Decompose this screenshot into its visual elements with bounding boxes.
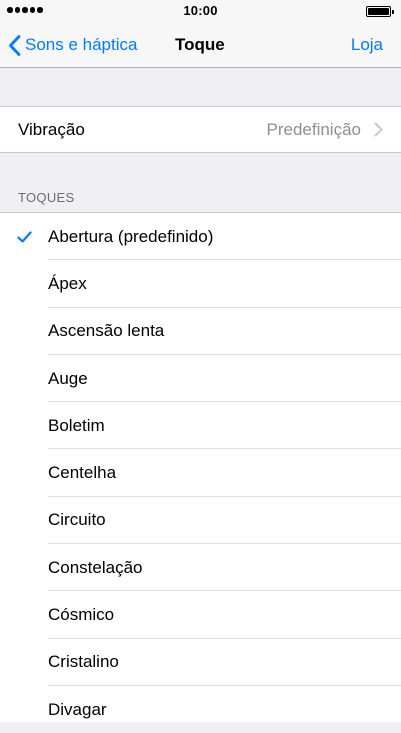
tone-label: Auge	[48, 368, 88, 388]
tone-row[interactable]: Boletim	[0, 402, 401, 449]
tone-row[interactable]: Ascensão lenta	[0, 308, 401, 355]
tone-label: Cósmico	[48, 605, 115, 625]
tone-label: Circuito	[48, 510, 106, 530]
tone-row[interactable]: Circuito	[0, 497, 401, 544]
tone-label: Boletim	[48, 415, 105, 435]
chevron-right-icon	[374, 122, 383, 137]
status-time: 10:00	[183, 3, 218, 18]
vibration-group: Vibração Predefinição	[0, 106, 401, 153]
tone-label: Ascensão lenta	[48, 321, 165, 341]
tone-label: Centelha	[48, 463, 117, 483]
tone-label: Ápex	[48, 273, 87, 293]
tone-row[interactable]: Constelação	[0, 544, 401, 591]
tone-label: Divagar	[48, 699, 107, 719]
vibration-value: Predefinição	[266, 119, 361, 139]
chevron-left-icon	[9, 34, 21, 56]
section-header-tones: TOQUES	[18, 190, 75, 205]
tone-label: Abertura (predefinido)	[48, 226, 214, 246]
navigation-bar: Sons e háptica Toque Loja	[0, 22, 401, 68]
tone-row[interactable]: Ápex	[0, 260, 401, 307]
status-bar: 10:00	[0, 0, 401, 22]
back-button[interactable]: Sons e háptica	[8, 22, 137, 68]
store-button[interactable]: Loja	[351, 22, 383, 68]
battery-full-icon	[366, 6, 394, 17]
tone-row[interactable]: Centelha	[0, 449, 401, 496]
tone-row[interactable]: Cósmico	[0, 591, 401, 638]
tone-row[interactable]: Abertura (predefinido)	[0, 213, 401, 260]
back-button-label: Sons e háptica	[25, 35, 138, 54]
tone-label: Cristalino	[48, 652, 119, 672]
vibration-label: Vibração	[18, 119, 85, 139]
tone-row[interactable]: Auge	[0, 355, 401, 402]
vibration-row[interactable]: Vibração Predefinição	[0, 107, 401, 152]
page-title: Toque	[175, 35, 225, 54]
checkmark-icon	[17, 231, 32, 243]
tone-label: Constelação	[48, 557, 143, 577]
tone-row[interactable]: Cristalino	[0, 639, 401, 686]
tones-list: Abertura (predefinido) Ápex Ascensão len…	[0, 212, 401, 722]
tone-row[interactable]: Divagar	[0, 686, 401, 733]
